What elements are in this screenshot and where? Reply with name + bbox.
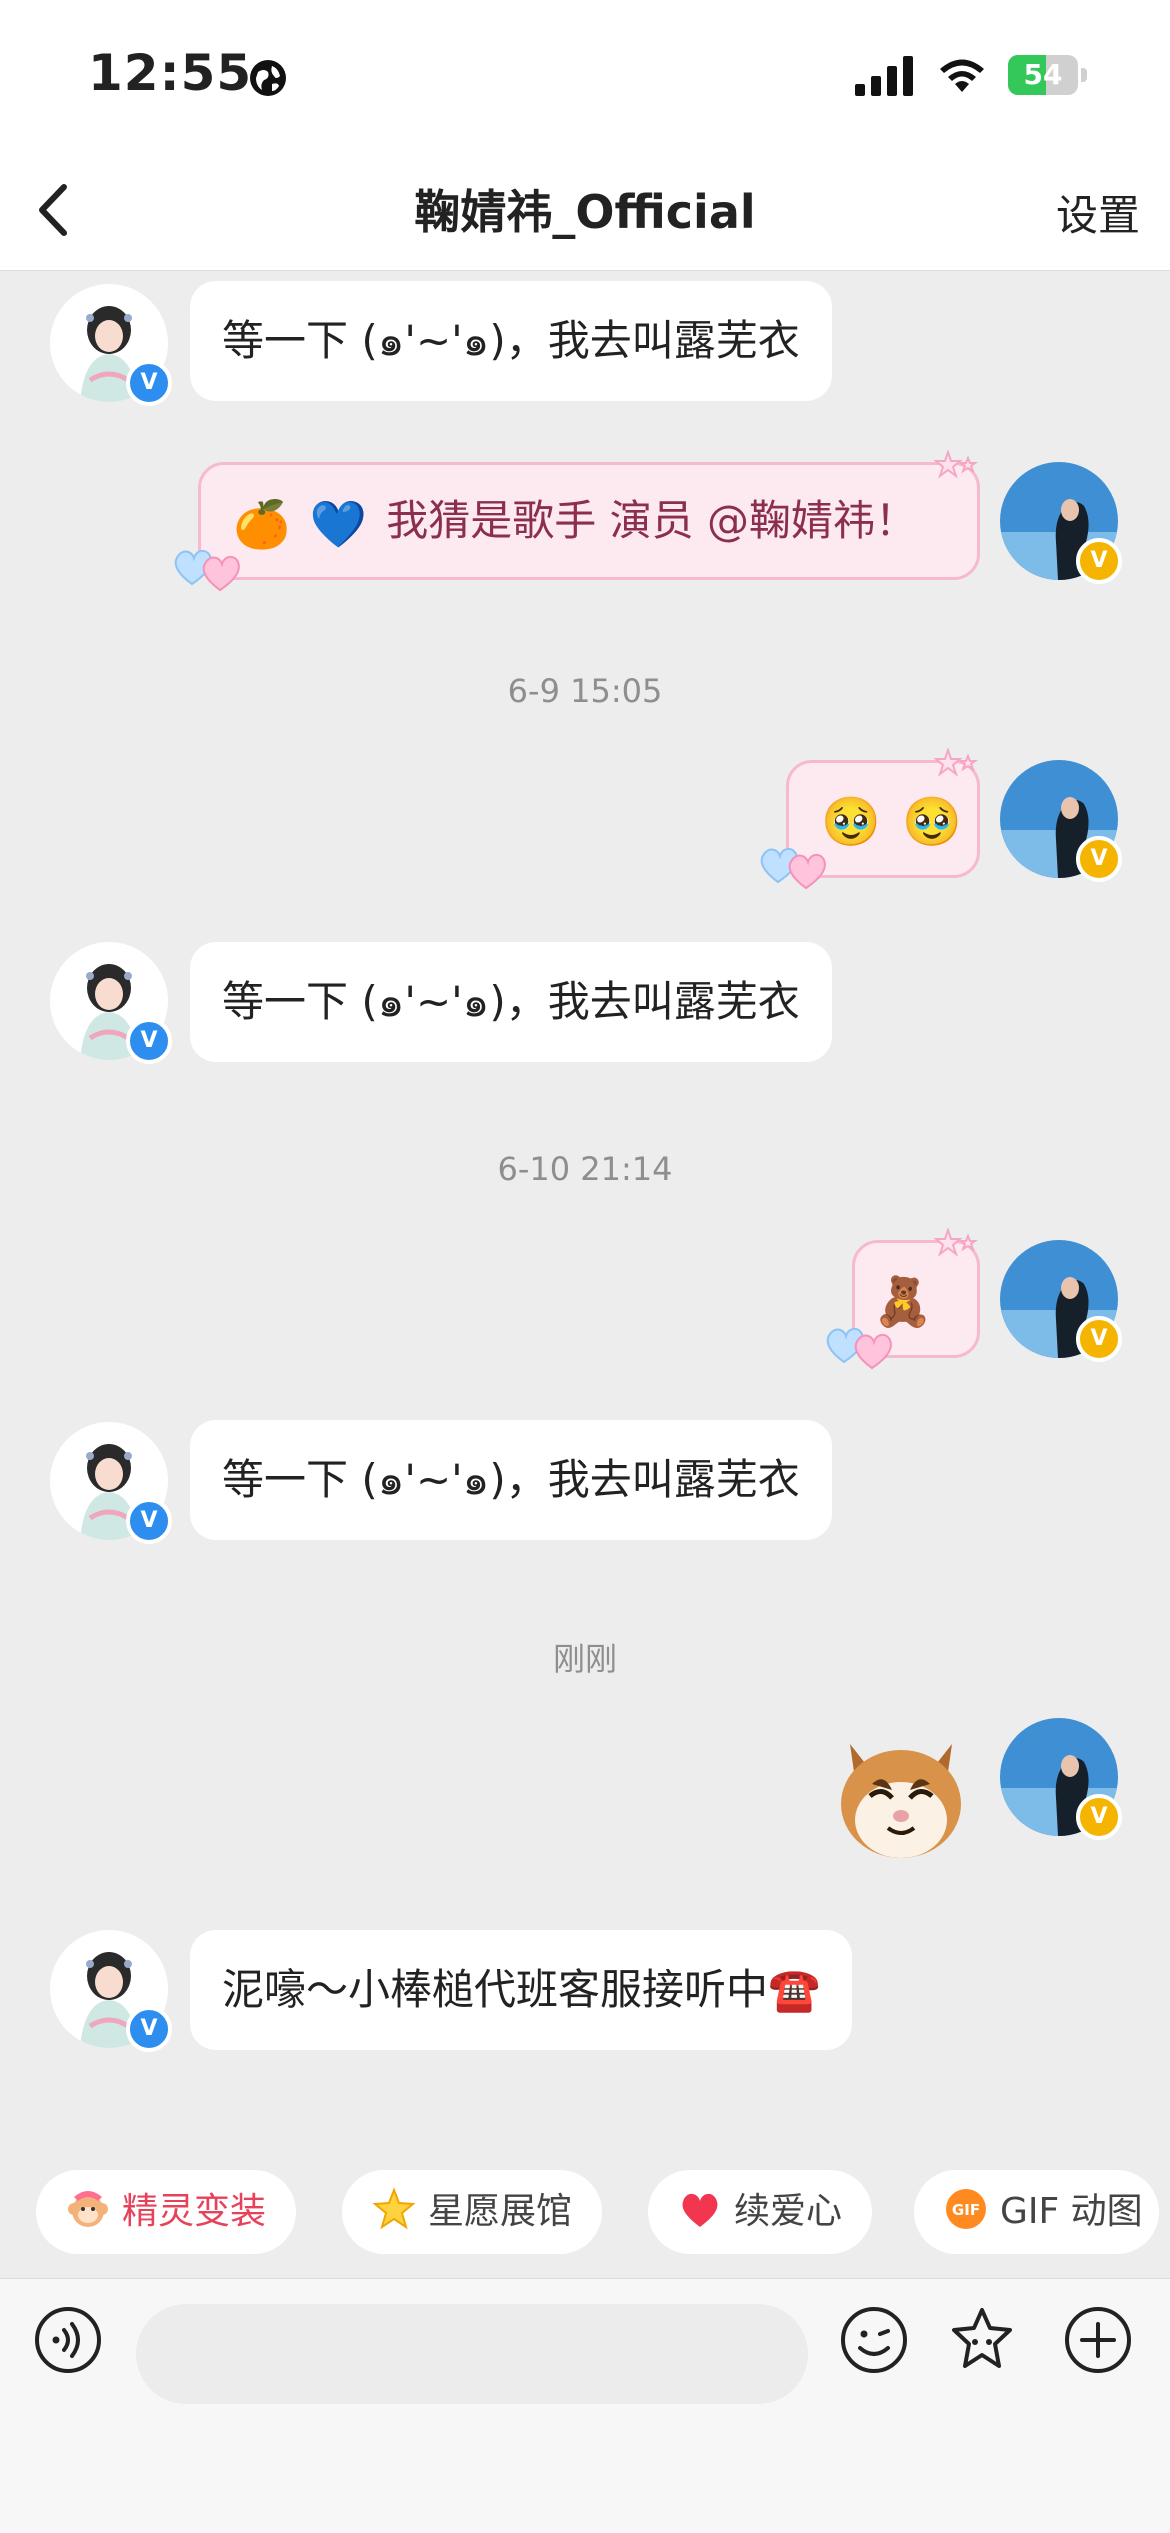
hearts-decoration-icon bbox=[760, 848, 826, 890]
star-sticker-icon[interactable] bbox=[946, 2304, 1018, 2376]
battery-percent: 54 bbox=[1023, 58, 1063, 91]
svg-text:GIF: GIF bbox=[952, 2201, 980, 2219]
chip-label: 星愿展馆 bbox=[428, 2191, 573, 2232]
my-avatar[interactable]: V bbox=[1000, 760, 1122, 882]
blue-heart-emoji: 💙 bbox=[309, 496, 367, 551]
verified-badge-icon: V bbox=[1076, 538, 1122, 584]
my-avatar[interactable]: V bbox=[1000, 1240, 1122, 1362]
globe-icon bbox=[250, 60, 286, 96]
verified-badge-icon: V bbox=[1076, 1794, 1122, 1840]
chip-label: 续爱心 bbox=[734, 2191, 843, 2232]
verified-badge-icon: V bbox=[126, 2006, 172, 2052]
message-bubble-incoming[interactable]: 等一下 (๑'~'๑)，我去叫露芜衣 bbox=[190, 1420, 832, 1540]
hearts-decoration-icon bbox=[826, 1328, 892, 1370]
heart-icon bbox=[682, 2193, 718, 2227]
my-avatar[interactable]: V bbox=[1000, 1718, 1122, 1840]
message-bubble-incoming[interactable]: 泥嚎～小棒槌代班客服接听中☎️ bbox=[190, 1930, 853, 2050]
message-bubble-incoming[interactable]: 等一下 (๑'~'๑)，我去叫露芜衣 bbox=[190, 281, 832, 401]
quick-action-elf-costume[interactable]: 精灵变装 bbox=[36, 2170, 297, 2254]
battery-indicator: 54 bbox=[1008, 55, 1088, 95]
add-plus-icon[interactable] bbox=[1062, 2304, 1134, 2376]
quick-action-gif[interactable]: GIF GIF 动图 bbox=[914, 2170, 1159, 2254]
chat-timestamp: 6-10 21:14 bbox=[497, 1150, 673, 1188]
chat-title: 鞠婧祎_Official bbox=[414, 185, 756, 239]
star-icon bbox=[372, 2187, 416, 2230]
message-text: 我猜是歌手 演员 @鞠婧祎！ bbox=[386, 496, 917, 545]
emoji-face-icon[interactable] bbox=[838, 2304, 910, 2376]
contact-avatar[interactable]: V bbox=[50, 1422, 172, 1544]
my-avatar[interactable]: V bbox=[1000, 462, 1122, 584]
chat-header: 鞠婧祎_Official 设置 bbox=[0, 150, 1170, 271]
contact-avatar[interactable]: V bbox=[50, 942, 172, 1064]
verified-badge-icon: V bbox=[126, 1018, 172, 1064]
status-bar: 12:55 54 bbox=[0, 0, 1170, 150]
verified-badge-icon: V bbox=[126, 360, 172, 406]
star-decoration-icon bbox=[934, 450, 978, 479]
verified-badge-icon: V bbox=[126, 1498, 172, 1544]
wifi-icon bbox=[940, 59, 984, 92]
star-decoration-icon bbox=[934, 748, 978, 777]
star-decoration-icon bbox=[934, 1228, 978, 1257]
crying-face-emoji: 🥹 bbox=[902, 793, 962, 850]
hearts-decoration-icon bbox=[174, 550, 240, 592]
settings-button[interactable]: 设置 bbox=[1056, 182, 1140, 243]
message-input[interactable] bbox=[136, 2304, 808, 2404]
verified-badge-icon: V bbox=[1076, 836, 1122, 882]
status-time: 12:55 bbox=[88, 44, 253, 102]
message-bubble-outgoing[interactable]: 🍊 💙 我猜是歌手 演员 @鞠婧祎！ bbox=[198, 462, 980, 580]
message-bubble-incoming[interactable]: 等一下 (๑'~'๑)，我去叫露芜衣 bbox=[190, 942, 832, 1062]
contact-avatar[interactable]: V bbox=[50, 284, 172, 406]
chat-timestamp: 刚刚 bbox=[552, 1640, 617, 1678]
verified-badge-icon: V bbox=[1076, 1316, 1122, 1362]
message-text: 等一下 (๑'~'๑)，我去叫露芜衣 bbox=[222, 977, 800, 1026]
chat-timestamp: 6-9 15:05 bbox=[507, 672, 663, 710]
quick-action-renew-love[interactable]: 续爱心 bbox=[648, 2170, 873, 2254]
voice-input-icon[interactable] bbox=[32, 2304, 104, 2376]
chip-label: 精灵变装 bbox=[122, 2191, 267, 2232]
message-text: 等一下 (๑'~'๑)，我去叫露芜衣 bbox=[222, 1455, 800, 1504]
monkey-icon bbox=[68, 2191, 108, 2227]
message-text: 泥嚎～小棒槌代班客服接听中☎️ bbox=[222, 1965, 821, 2014]
gif-icon: GIF bbox=[946, 2189, 986, 2229]
message-text: 等一下 (๑'~'๑)，我去叫露芜衣 bbox=[222, 316, 800, 365]
quick-action-star-gallery[interactable]: 星愿展馆 bbox=[342, 2170, 603, 2254]
contact-avatar[interactable]: V bbox=[50, 1930, 172, 2052]
cat-sticker[interactable] bbox=[832, 1724, 970, 1864]
chip-label: GIF 动图 bbox=[1000, 2191, 1143, 2232]
cellular-signal-icon bbox=[855, 56, 913, 96]
